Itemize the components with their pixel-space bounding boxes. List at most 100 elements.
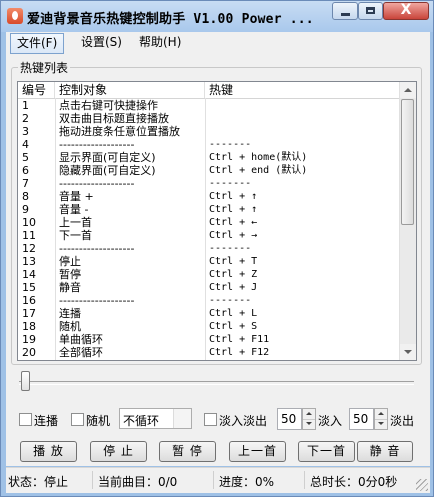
table-row[interactable]: 11 下一首 Ctrl + → (18, 229, 401, 242)
row-hotkey: ------- (209, 243, 252, 254)
scroll-down-button[interactable] (400, 344, 416, 360)
row-target: 全部循环 (59, 346, 103, 359)
status-bar: 状态：停止 当前曲目：0/0 进度：0% 总时长：0分0秒 (6, 467, 430, 493)
maximize-button[interactable] (358, 2, 383, 20)
hotkey-list[interactable]: 编号 控制对象 热键 1 点击右键可快捷操作 2 双击曲目标题直接播放 3 拖动进度条任意… (17, 81, 417, 361)
spin-down-button[interactable] (303, 419, 315, 429)
table-row[interactable]: 15 静音 Ctrl + J (18, 281, 401, 294)
row-hotkey: Ctrl + Z (209, 269, 258, 280)
close-button[interactable]: X (383, 2, 429, 20)
fade-out-spinner[interactable] (374, 408, 388, 430)
table-row[interactable]: 14 暂停 Ctrl + Z (18, 268, 401, 281)
status-divider (92, 471, 93, 489)
row-number: 15 (22, 281, 36, 294)
row-hotkey: ------- (209, 139, 252, 150)
slider-thumb[interactable] (21, 371, 30, 391)
row-target: 暂停 (59, 268, 81, 281)
row-hotkey: Ctrl + J (209, 282, 258, 293)
row-hotkey (205, 99, 401, 112)
random-checkbox[interactable] (71, 413, 84, 426)
prev-track-button[interactable]: 上一首 (229, 441, 286, 462)
scroll-up-button[interactable] (400, 82, 416, 98)
row-hotkey: Ctrl + home(默认) (209, 152, 308, 163)
arrow-up-icon (378, 412, 384, 415)
table-row[interactable]: 8 音量 + Ctrl + ↑ (18, 190, 401, 203)
table-row[interactable]: 7 ------------------- ------- (18, 177, 401, 190)
options-row: 连播 随机 不循环 淡入淡出 50 淡入 50 淡出 (6, 407, 430, 433)
table-row[interactable]: 10 上一首 Ctrl + ← (18, 216, 401, 229)
minimize-icon (341, 13, 350, 16)
arrow-down-icon (306, 422, 312, 425)
table-row[interactable]: 2 双击曲目标题直接播放 (18, 112, 401, 125)
title-bar[interactable]: 爱迪背景音乐热键控制助手 V1.00 Power ... X (1, 1, 433, 32)
next-track-button[interactable]: 下一首 (298, 441, 355, 462)
continuous-checkbox[interactable] (19, 413, 32, 426)
table-row[interactable]: 5 显示界面(可自定义) Ctrl + home(默认) (18, 151, 401, 164)
loop-mode-select[interactable]: 不循环 (119, 408, 192, 429)
fade-label: 淡入淡出 (219, 414, 268, 428)
fade-out-input[interactable]: 50 (349, 408, 374, 430)
row-hotkey: Ctrl + ↑ (209, 204, 258, 215)
column-header-target[interactable]: 控制对象 (55, 82, 205, 98)
table-row[interactable]: 18 随机 Ctrl + S (18, 320, 401, 333)
status-state: 状态：停止 (8, 475, 69, 489)
row-hotkey: Ctrl + ← (209, 217, 258, 228)
table-row[interactable]: 3 拖动进度条任意位置播放 (18, 125, 401, 138)
row-target: 隐藏界面(可自定义) (59, 164, 156, 177)
table-row[interactable]: 16 ------------------- ------- (18, 294, 401, 307)
table-row[interactable]: 19 单曲循环 Ctrl + F11 (18, 333, 401, 346)
resize-grip[interactable] (416, 479, 428, 491)
row-target: 双击曲目标题直接播放 (59, 112, 169, 125)
row-number: 5 (22, 151, 29, 164)
vertical-scrollbar[interactable] (399, 82, 416, 360)
maximize-icon (366, 7, 375, 14)
table-row[interactable]: 20 全部循环 Ctrl + F12 (18, 346, 401, 359)
app-logo-icon (7, 8, 23, 24)
row-hotkey: Ctrl + → (209, 230, 258, 241)
mute-button[interactable]: 静 音 (357, 441, 413, 462)
fade-checkbox[interactable] (204, 413, 217, 426)
row-number: 4 (22, 138, 29, 151)
row-target: ------------------- (59, 242, 135, 255)
row-number: 6 (22, 164, 29, 177)
table-row[interactable]: 12 ------------------- ------- (18, 242, 401, 255)
scroll-thumb[interactable] (401, 99, 414, 225)
hotkey-group-title: 热键列表 (18, 59, 71, 76)
fade-in-spinner[interactable] (302, 408, 316, 430)
row-number: 17 (22, 307, 36, 320)
row-number: 1 (22, 99, 29, 112)
close-icon: X (400, 2, 412, 18)
menu-file[interactable]: 文件(F) (10, 33, 65, 54)
loop-mode-value: 不循环 (123, 414, 160, 428)
table-row[interactable]: 13 停止 Ctrl + T (18, 255, 401, 268)
table-row[interactable]: 17 连播 Ctrl + L (18, 307, 401, 320)
row-target: 随机 (59, 320, 81, 333)
row-target: 显示界面(可自定义) (59, 151, 156, 164)
dropdown-button[interactable] (173, 409, 191, 428)
spin-down-button[interactable] (375, 419, 387, 429)
row-target: 音量 - (59, 203, 89, 216)
table-row[interactable]: 4 ------------------- ------- (18, 138, 401, 151)
fade-in-label: 淡入 (318, 414, 343, 428)
row-hotkey: ------- (209, 178, 252, 189)
fade-in-input[interactable]: 50 (277, 408, 302, 430)
status-duration: 总时长：0分0秒 (310, 475, 398, 489)
pause-button[interactable]: 暂 停 (159, 441, 216, 462)
table-row[interactable]: 9 音量 - Ctrl + ↑ (18, 203, 401, 216)
table-row[interactable]: 6 隐藏界面(可自定义) Ctrl + end (默认) (18, 164, 401, 177)
table-row[interactable]: 1 点击右键可快捷操作 (18, 99, 401, 112)
stop-button[interactable]: 停 止 (90, 441, 147, 462)
column-header-number[interactable]: 编号 (18, 82, 55, 98)
row-target: 点击右键可快捷操作 (59, 99, 158, 112)
progress-slider[interactable] (19, 371, 416, 395)
row-target: 上一首 (59, 216, 92, 229)
minimize-button[interactable] (332, 2, 358, 20)
menu-settings[interactable]: 设置(S) (75, 33, 128, 52)
row-target: 拖动进度条任意位置播放 (59, 125, 180, 138)
row-hotkey: Ctrl + T (209, 256, 258, 267)
column-header-hotkey[interactable]: 热键 (205, 82, 401, 98)
status-progress: 进度：0% (219, 475, 275, 489)
play-button[interactable]: 播 放 (20, 441, 77, 462)
menu-help[interactable]: 帮助(H) (133, 33, 187, 52)
row-number: 19 (22, 333, 36, 346)
